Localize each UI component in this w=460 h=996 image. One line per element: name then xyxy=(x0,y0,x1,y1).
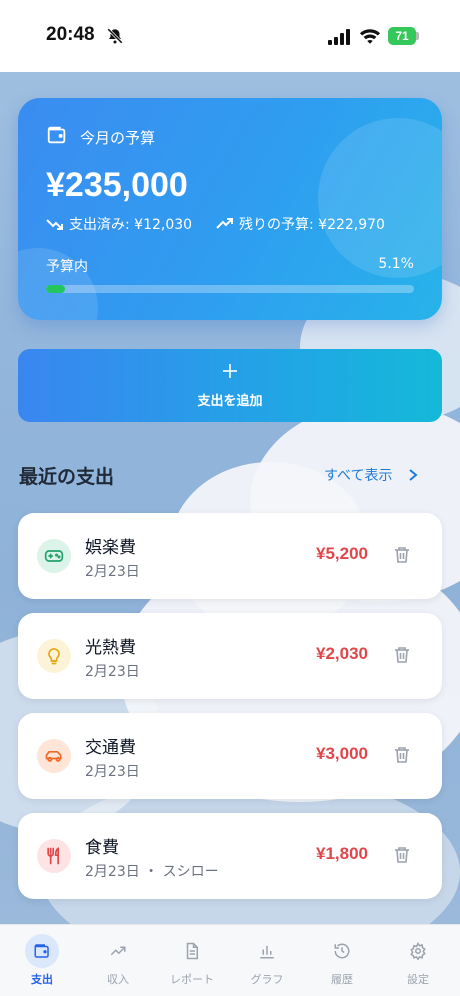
tab-history[interactable]: 履歴 xyxy=(304,925,380,996)
bell-off-icon xyxy=(107,28,123,44)
plus-icon xyxy=(223,364,237,378)
expense-amount: ¥3,000 xyxy=(316,744,368,763)
budget-title: 今月の予算 xyxy=(80,129,156,147)
category-icon-bg xyxy=(37,839,71,873)
see-all-label: すべて表示 xyxy=(324,468,393,484)
expense-date: 2月23日 xyxy=(85,664,140,680)
remaining-amount: 残りの予算: ¥222,970 xyxy=(239,217,385,233)
tab-bar: 支出 収入 レポート グラフ 履歴 設定 xyxy=(0,924,460,996)
tab-label: レポート xyxy=(170,973,214,986)
car-icon xyxy=(45,751,62,762)
tab-report[interactable]: レポート xyxy=(154,925,230,996)
lightbulb-icon xyxy=(48,648,60,665)
category-icon-bg xyxy=(37,639,71,673)
expense-category: 交通費 xyxy=(85,738,136,758)
tab-settings[interactable]: 設定 xyxy=(380,925,456,996)
trend-down-icon xyxy=(46,219,63,230)
tab-expenses[interactable]: 支出 xyxy=(4,925,80,996)
expense-date: 2月23日 xyxy=(85,564,140,580)
tab-label: グラフ xyxy=(250,973,284,986)
wallet-icon xyxy=(34,944,49,958)
status-time: 20:48 xyxy=(46,24,95,45)
budget-status: 予算内 xyxy=(46,259,88,275)
expense-category: 食費 xyxy=(85,838,119,858)
expense-date: 2月23日 xyxy=(85,764,140,780)
utensils-icon xyxy=(47,847,60,865)
add-expense-button[interactable]: 支出を追加 xyxy=(18,349,442,422)
expense-item[interactable]: 交通費 2月23日 ¥3,000 xyxy=(18,713,442,799)
trash-icon[interactable] xyxy=(394,846,410,864)
signal-icon xyxy=(328,29,350,45)
expense-item[interactable]: 光熱費 2月23日 ¥2,030 xyxy=(18,613,442,699)
history-icon xyxy=(334,943,350,959)
wallet-icon xyxy=(47,126,66,144)
expense-amount: ¥1,800 xyxy=(316,844,368,863)
category-icon-bg xyxy=(37,739,71,773)
add-expense-label: 支出を追加 xyxy=(197,394,263,409)
category-icon-bg xyxy=(37,539,71,573)
document-icon xyxy=(186,942,198,960)
gear-icon xyxy=(410,942,426,960)
trash-icon[interactable] xyxy=(394,646,410,664)
spent-amount: 支出済み: ¥12,030 xyxy=(69,217,193,233)
trend-up-icon xyxy=(216,218,233,229)
expense-item[interactable]: 食費 2月23日 ・ スシロー ¥1,800 xyxy=(18,813,442,899)
tab-label: 支出 xyxy=(31,973,53,986)
expense-amount: ¥2,030 xyxy=(316,644,368,663)
gamepad-icon xyxy=(44,550,64,562)
battery-indicator: 71 xyxy=(388,27,416,45)
see-all-link[interactable]: すべて表示 xyxy=(324,465,419,485)
expense-amount: ¥5,200 xyxy=(316,544,368,563)
bar-chart-icon xyxy=(260,945,274,959)
budget-amount: ¥235,000 xyxy=(46,166,188,204)
tab-graph[interactable]: グラフ xyxy=(229,925,305,996)
trash-icon[interactable] xyxy=(394,746,410,764)
tab-label: 設定 xyxy=(407,973,429,986)
wifi-icon xyxy=(359,29,381,44)
tab-income[interactable]: 収入 xyxy=(80,925,156,996)
tab-label: 履歴 xyxy=(331,973,353,986)
status-bar: 20:48 71 xyxy=(0,0,460,72)
budget-progress-fill xyxy=(46,285,65,293)
expense-category: 娯楽費 xyxy=(85,538,136,558)
expense-category: 光熱費 xyxy=(85,638,136,658)
remaining-summary: 残りの予算: ¥222,970 xyxy=(216,214,385,234)
expense-date: 2月23日 ・ スシロー xyxy=(85,864,219,880)
battery-cap xyxy=(416,32,419,40)
budget-card: 今月の予算 ¥235,000 支出済み: ¥12,030 残りの予算: ¥222… xyxy=(18,98,442,320)
expense-item[interactable]: 娯楽費 2月23日 ¥5,200 xyxy=(18,513,442,599)
recent-expenses-title: 最近の支出 xyxy=(19,466,115,488)
trend-up-icon xyxy=(110,946,126,956)
trash-icon[interactable] xyxy=(394,546,410,564)
budget-progress-bar xyxy=(46,285,414,293)
spent-summary: 支出済み: ¥12,030 xyxy=(46,214,192,234)
tab-label: 収入 xyxy=(107,973,129,986)
chevron-right-icon xyxy=(409,469,419,481)
budget-percent: 5.1% xyxy=(378,256,414,272)
